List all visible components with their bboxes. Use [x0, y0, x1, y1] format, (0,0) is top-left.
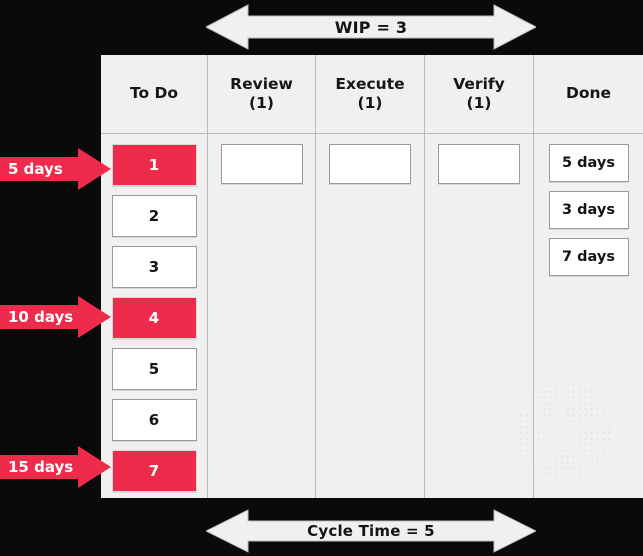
day-arrow-5-days: 5 days	[0, 148, 111, 190]
column-header-done[interactable]: Done	[534, 55, 643, 133]
column-title-todo: To Do	[129, 84, 179, 103]
column-count-verify: (1)	[466, 94, 492, 112]
column-title-verify: Verify	[453, 74, 505, 93]
diagram-canvas: WIP = 3 To Do Review (1) Execute (1) Ver…	[0, 0, 643, 556]
card-todo-2[interactable]: 2	[111, 195, 197, 237]
card-done-1[interactable]: 5 days	[548, 144, 629, 182]
day-arrow-15-days: 15 days	[0, 446, 111, 488]
column-body-todo: 1 2 3 4 5 6 7	[101, 134, 208, 498]
column-body-execute	[316, 134, 425, 498]
card-todo-1[interactable]: 1	[111, 144, 197, 186]
column-body-review	[208, 134, 316, 498]
column-header-review[interactable]: Review (1)	[208, 55, 316, 133]
wip-measure-arrow: WIP = 3	[206, 3, 536, 51]
card-review-empty[interactable]	[220, 144, 303, 184]
column-header-execute[interactable]: Execute (1)	[316, 55, 425, 133]
wip-label: WIP = 3	[334, 17, 408, 37]
card-execute-empty[interactable]	[329, 144, 411, 184]
card-done-3[interactable]: 7 days	[548, 238, 629, 276]
day-arrow-label-3: 15 days	[8, 458, 74, 476]
day-arrow-label-1: 5 days	[8, 160, 63, 178]
column-body-done: 5 days 3 days 7 days	[534, 134, 643, 498]
column-header-todo[interactable]: To Do	[101, 55, 208, 133]
column-title-review: Review	[230, 74, 293, 93]
day-arrow-10-days: 10 days	[0, 296, 111, 338]
column-count-review: (1)	[249, 94, 274, 112]
card-todo-6[interactable]: 6	[111, 399, 197, 441]
cycle-time-measure-arrow: Cycle Time = 5	[206, 508, 536, 554]
cycle-time-label: Cycle Time = 5	[307, 522, 435, 540]
day-arrow-label-2: 10 days	[8, 308, 74, 326]
card-verify-empty[interactable]	[438, 144, 520, 184]
kanban-board: To Do Review (1) Execute (1) Verify (1) …	[101, 55, 643, 498]
column-title-done: Done	[565, 84, 612, 103]
column-body-verify	[425, 134, 534, 498]
board-header-row: To Do Review (1) Execute (1) Verify (1) …	[101, 55, 643, 134]
card-todo-7[interactable]: 7	[111, 450, 197, 492]
board-body-row: 1 2 3 4 5 6 7 5 days 3 days 7 days	[101, 134, 643, 498]
column-header-verify[interactable]: Verify (1)	[425, 55, 534, 133]
card-todo-5[interactable]: 5	[111, 348, 197, 390]
column-title-execute: Execute	[335, 74, 405, 93]
column-count-execute: (1)	[357, 94, 383, 112]
card-todo-3[interactable]: 3	[111, 246, 197, 288]
card-todo-4[interactable]: 4	[111, 297, 197, 339]
card-done-2[interactable]: 3 days	[548, 191, 629, 229]
